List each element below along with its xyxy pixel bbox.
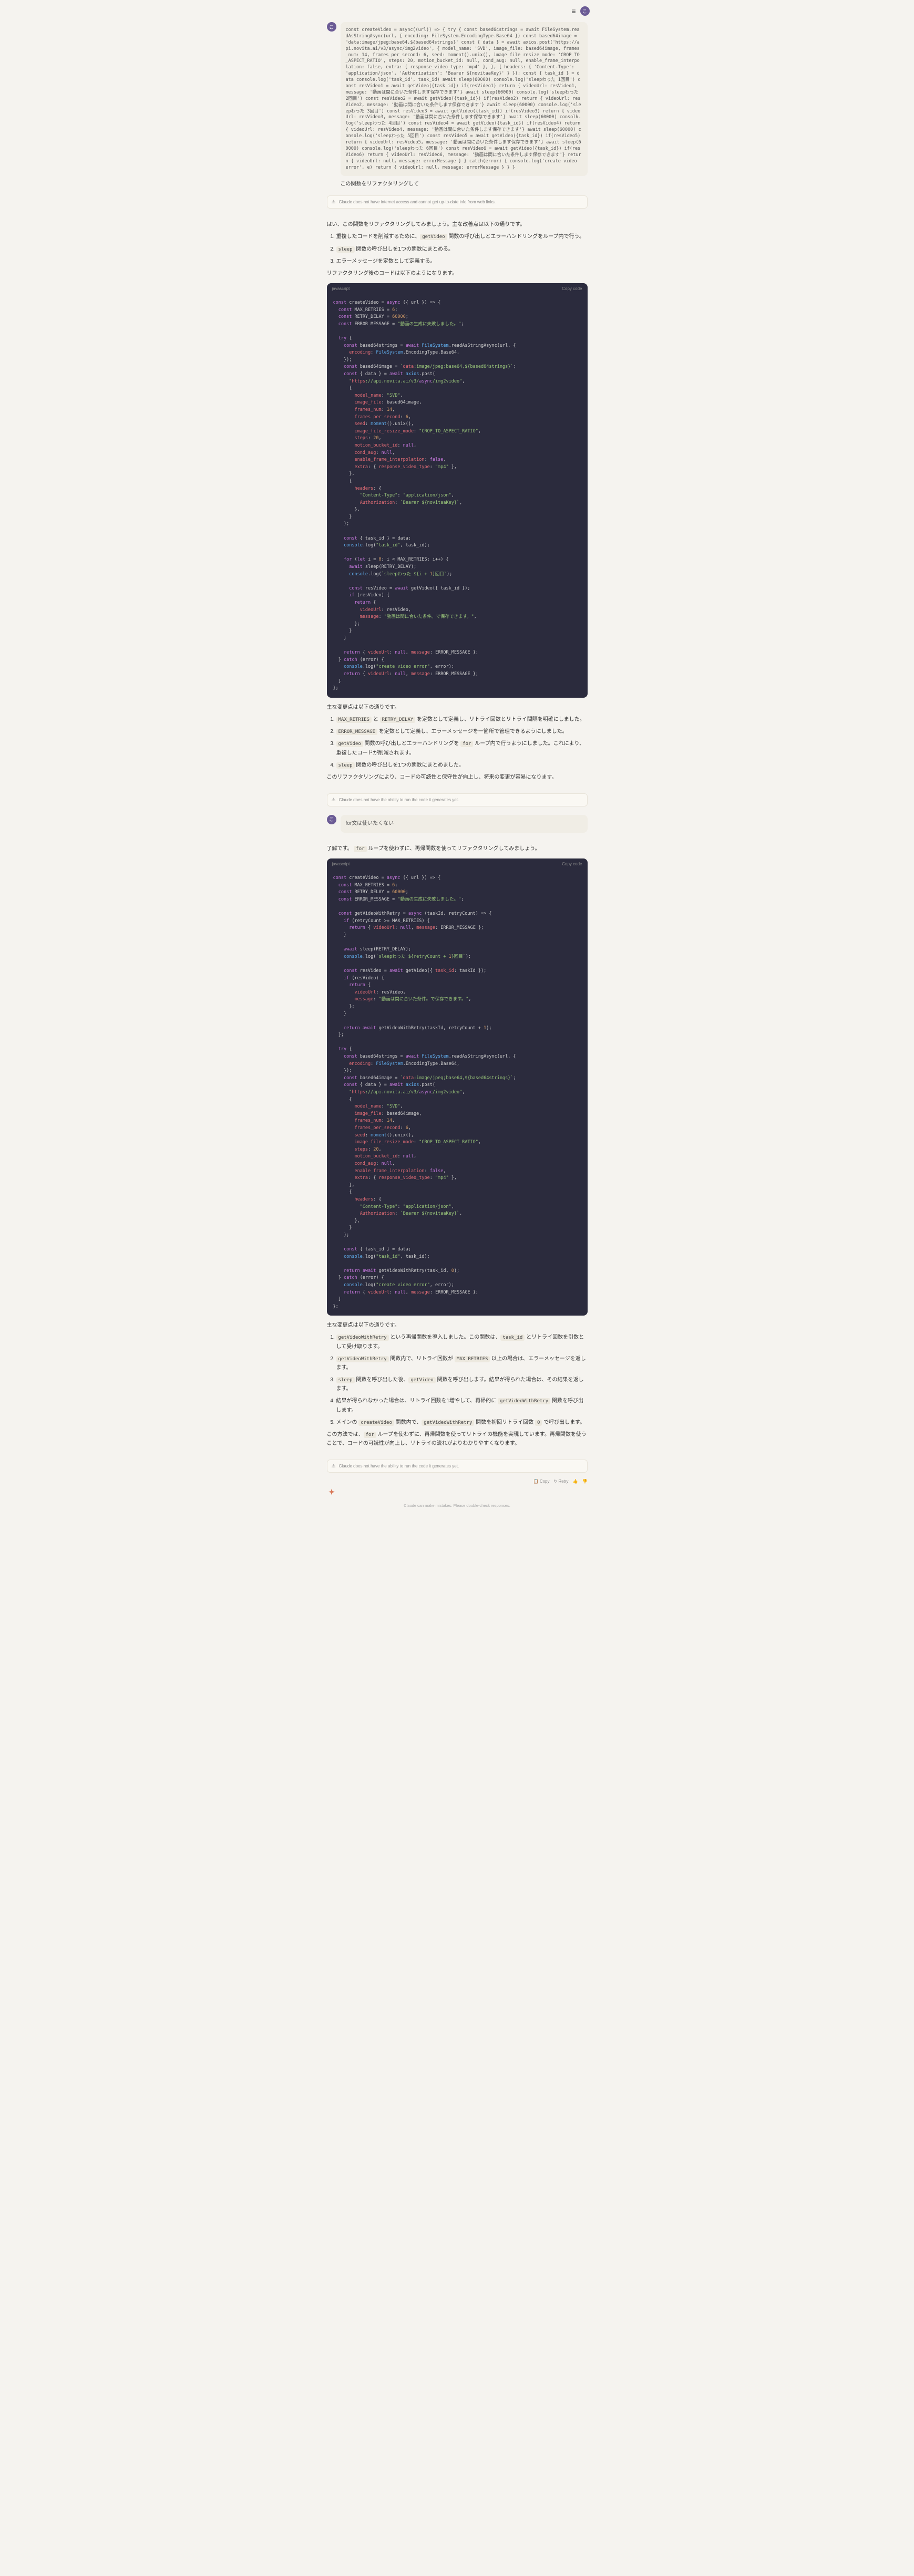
assistant-intro2: 主な変更点は以下の通りです。	[327, 703, 588, 712]
user-avatar-msg: こ	[327, 22, 336, 32]
assistant-intro: はい、この関数をリファクタリングしてみましょう。主な改善点は以下の通りです。	[327, 220, 588, 229]
retry-button[interactable]: ↻ Retry	[554, 1479, 569, 1484]
user-code-input: const createVideo = async((url)) => { tr…	[341, 22, 588, 176]
code-lang: javascript	[332, 286, 350, 291]
code-content: const createVideo = async ({ url }) => {…	[327, 870, 588, 1316]
list-item: 結果が得られなかった場合は、リトライ回数を1増やして、再帰的に getVideo…	[336, 1396, 588, 1414]
copy-button[interactable]: 📋 Copy	[533, 1479, 550, 1484]
list-item: getVideo 関数の呼び出しとエラーハンドリングを for ループ内で行うよ…	[336, 739, 588, 757]
warning-banner: Claude does not have the ability to run …	[327, 1460, 588, 1473]
list-item: 重複したコードを削減するために、getVideo 関数の呼び出しとエラーハンドリ…	[336, 232, 588, 241]
code-block: javascript Copy code const createVideo =…	[327, 858, 588, 1316]
assistant-list: 重複したコードを削減するために、getVideo 関数の呼び出しとエラーハンドリ…	[327, 232, 588, 266]
user-avatar[interactable]: こ	[580, 6, 590, 16]
code-block: javascript Copy code const createVideo =…	[327, 283, 588, 698]
list-item: メインの createVideo 関数内で、getVideoWithRetry …	[336, 1418, 588, 1427]
list-item: getVideoWithRetry という再帰関数を導入しました。この関数は、t…	[336, 1333, 588, 1351]
assistant-intro4: 主な変更点は以下の通りです。	[327, 1321, 588, 1330]
menu-icon[interactable]: ≡	[571, 7, 576, 15]
thumbs-down[interactable]: 👎	[582, 1479, 588, 1484]
list-item: ERROR_MESSAGE を定数として定義し、エラーメッセージを一箇所で管理で…	[336, 727, 588, 736]
user-prompt: for文は使いたくない	[341, 815, 588, 833]
code-content: const createVideo = async ({ url }) => {…	[327, 294, 588, 698]
assistant-outro3: この方法では、for ループを使わずに、再帰関数を使ってリトライの機能を実現して…	[327, 1430, 588, 1448]
list-item: MAX_RETRIES と RETRY_DELAY を定数として定義し、リトライ…	[336, 715, 588, 724]
user-avatar-msg: こ	[327, 815, 336, 824]
list-item: sleep 関数の呼び出しを1つの関数にまとめました。	[336, 761, 588, 770]
list-item: エラーメッセージを定数として定義する。	[336, 257, 588, 266]
copy-code-button[interactable]: Copy code	[562, 862, 582, 866]
warning-banner: Claude does not have internet access and…	[327, 195, 588, 209]
warning-banner: Claude does not have the ability to run …	[327, 793, 588, 806]
assistant-outro2: このリファクタリングにより、コードの可読性と保守性が向上し、将来の変更が容易にな…	[327, 773, 588, 782]
assistant-list3: getVideoWithRetry という再帰関数を導入しました。この関数は、t…	[327, 1333, 588, 1426]
list-item: sleep 関数を呼び出した後、getVideo 関数を呼び出します。結果が得ら…	[336, 1375, 588, 1393]
code-lang: javascript	[332, 862, 350, 866]
footer-disclaimer: Claude can make mistakes. Please double-…	[321, 1501, 594, 1510]
assistant-outro: リファクタリング後のコードは以下のようになります。	[327, 269, 588, 278]
copy-code-button[interactable]: Copy code	[562, 286, 582, 291]
assistant-intro3: 了解です。 for ループを使わずに、再帰関数を使ってリファクタリングしてみまし…	[327, 844, 588, 853]
assistant-list2: MAX_RETRIES と RETRY_DELAY を定数として定義し、リトライ…	[327, 715, 588, 770]
claude-logo-icon	[327, 1488, 336, 1497]
list-item: getVideoWithRetry 関数内で、リトライ回数が MAX_RETRI…	[336, 1354, 588, 1372]
thumbs-up[interactable]: 👍	[573, 1479, 578, 1484]
user-prompt: この関数をリファクタリングして	[341, 179, 588, 187]
list-item: sleep 関数の呼び出しを1つの関数にまとめる。	[336, 245, 588, 254]
